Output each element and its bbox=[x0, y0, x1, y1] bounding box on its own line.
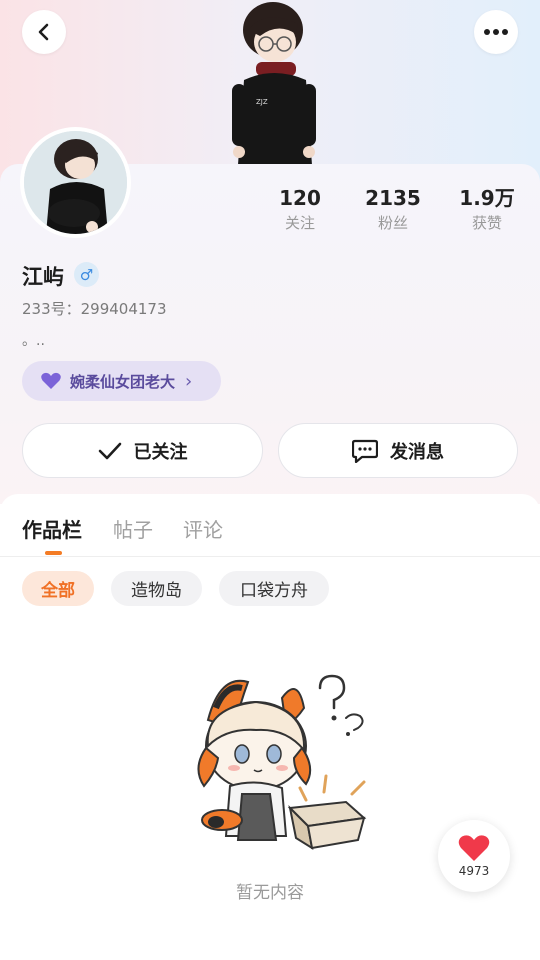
active-tab-indicator bbox=[45, 551, 62, 555]
banner-avatar-figure: ZJZ bbox=[226, 0, 318, 165]
stat-following[interactable]: 120 关注 bbox=[260, 186, 340, 233]
username: 江屿 bbox=[22, 265, 64, 289]
chat-bubble-icon bbox=[352, 439, 378, 463]
stat-value: 1.9万 bbox=[459, 186, 515, 210]
like-count: 4973 bbox=[458, 864, 490, 878]
gender-male-icon: ♂ bbox=[74, 262, 99, 287]
svg-text:ZJZ: ZJZ bbox=[256, 98, 268, 106]
tab-works[interactable]: 作品栏 bbox=[22, 514, 82, 543]
tab-posts[interactable]: 帖子 bbox=[113, 514, 153, 543]
filter-pocket-ark[interactable]: 口袋方舟 bbox=[219, 571, 329, 606]
chevron-left-icon bbox=[35, 23, 53, 41]
avatar[interactable] bbox=[20, 127, 131, 238]
group-tag-label: 婉柔仙女团老大 bbox=[70, 372, 176, 391]
following-button[interactable]: 已关注 bbox=[22, 423, 263, 478]
ellipsis-icon bbox=[483, 28, 509, 36]
message-label: 发消息 bbox=[390, 441, 444, 463]
stat-followers[interactable]: 2135 粉丝 bbox=[353, 186, 433, 233]
more-button[interactable] bbox=[474, 10, 518, 54]
filter-all[interactable]: 全部 bbox=[22, 571, 94, 606]
stat-label: 粉丝 bbox=[377, 214, 408, 232]
chevron-right-icon: › bbox=[185, 370, 193, 392]
stat-label: 关注 bbox=[284, 214, 315, 232]
tab-divider bbox=[0, 556, 540, 557]
following-label: 已关注 bbox=[133, 441, 188, 463]
filter-creation-island[interactable]: 造物岛 bbox=[111, 571, 202, 606]
tab-comments[interactable]: 评论 bbox=[183, 514, 223, 543]
stat-value: 2135 bbox=[365, 186, 421, 210]
like-button[interactable]: 4973 bbox=[438, 820, 510, 892]
stat-label: 获赞 bbox=[471, 214, 502, 232]
message-button[interactable]: 发消息 bbox=[278, 423, 518, 478]
stat-value: 120 bbox=[279, 186, 321, 210]
user-id[interactable]: 233号：299404173 bbox=[22, 298, 167, 319]
check-icon bbox=[98, 441, 122, 461]
back-button[interactable] bbox=[22, 10, 66, 54]
empty-state-illustration bbox=[186, 668, 372, 852]
heart-icon bbox=[40, 372, 62, 390]
bio: 。.. bbox=[22, 333, 45, 349]
stat-likes[interactable]: 1.9万 获赞 bbox=[447, 186, 527, 233]
heart-icon bbox=[458, 834, 490, 862]
group-tag-button[interactable]: 婉柔仙女团老大 › bbox=[22, 361, 221, 401]
